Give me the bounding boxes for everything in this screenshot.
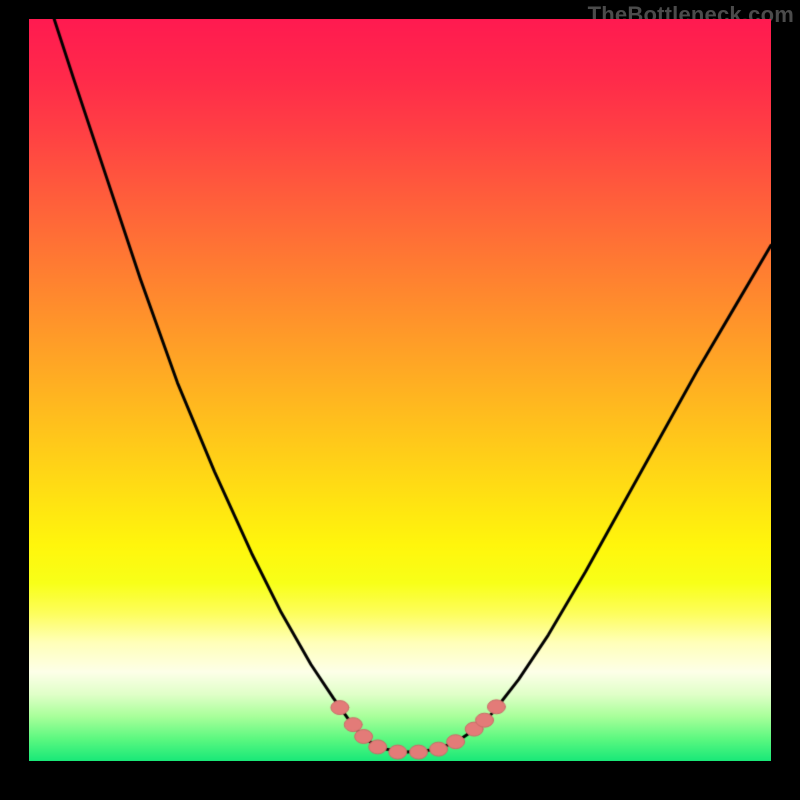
plot-area: [29, 19, 771, 761]
bottleneck-curve: [29, 19, 771, 761]
app-frame: TheBottleneck.com: [0, 0, 800, 800]
